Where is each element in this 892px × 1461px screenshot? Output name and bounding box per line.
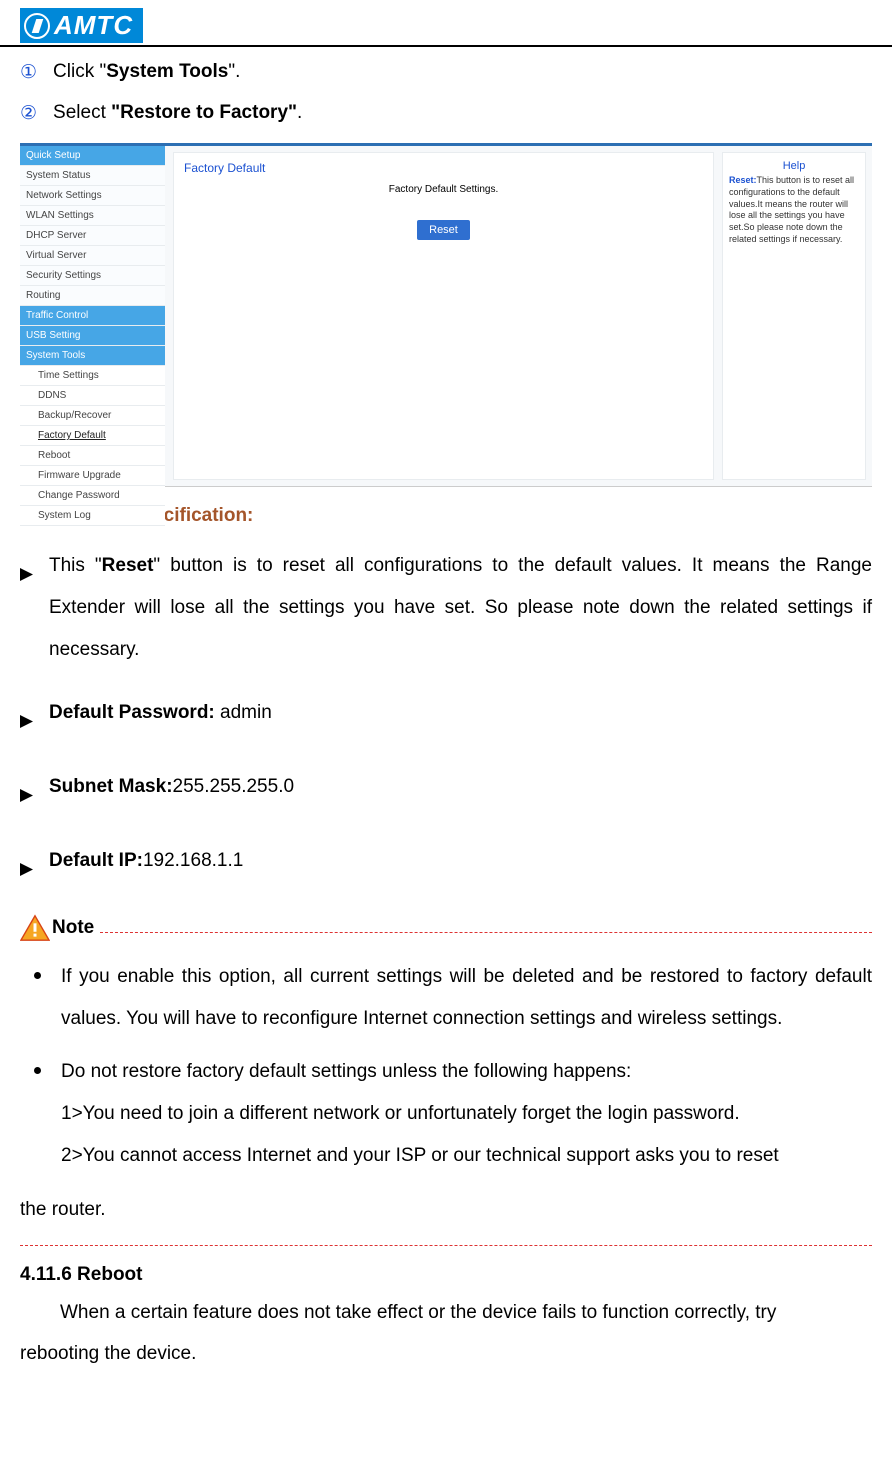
sidebar-item-usb-setting[interactable]: USB Setting — [20, 326, 165, 346]
param-item-subnet: Subnet Mask:255.255.255.0 — [20, 766, 872, 818]
sidebar-item-routing[interactable]: Routing — [20, 286, 165, 306]
bullet-icon — [34, 972, 41, 979]
note-trailing-line: the router. — [20, 1189, 872, 1231]
step-number-2: ② — [20, 102, 37, 125]
router-panel-subtitle: Factory Default Settings. — [184, 183, 703, 196]
param-item-reset: This "Reset" button is to reset all conf… — [20, 545, 872, 670]
sidebar-item-backup-recover[interactable]: Backup/Recover — [20, 406, 165, 426]
note-item-2: Do not restore factory default settings … — [20, 1051, 872, 1176]
sidebar-item-firmware-upgrade[interactable]: Firmware Upgrade — [20, 466, 165, 486]
router-help-panel: Help Reset:This button is to reset all c… — [722, 152, 866, 480]
note-bullet-list: If you enable this option, all current s… — [20, 956, 872, 1177]
sidebar-item-security-settings[interactable]: Security Settings — [20, 266, 165, 286]
sidebar-item-time-settings[interactable]: Time Settings — [20, 366, 165, 386]
reset-button[interactable]: Reset — [417, 220, 470, 240]
brand-logo-text: AMTC — [54, 10, 133, 41]
help-text: Reset:This button is to reset all config… — [729, 175, 859, 245]
help-title: Help — [729, 159, 859, 173]
step-2: ② Select "Restore to Factory". — [20, 102, 872, 125]
header-bar: AMTC — [0, 0, 892, 47]
bullet-icon — [34, 1067, 41, 1074]
step-1: ① Click "System Tools". — [20, 61, 872, 84]
section-body-line2: rebooting the device. — [20, 1333, 872, 1375]
chevron-right-icon — [20, 555, 33, 597]
note-label: Note — [52, 917, 94, 939]
sidebar-item-system-status[interactable]: System Status — [20, 166, 165, 186]
step-1-text: Click "System Tools". — [53, 61, 240, 83]
brand-logo-icon — [24, 13, 50, 39]
param-item-ip: Default IP:192.168.1.1 — [20, 840, 872, 892]
page-content: ① Click "System Tools". ② Select "Restor… — [0, 61, 892, 1375]
param-item-password: Default Password: admin — [20, 692, 872, 744]
chevron-right-icon — [20, 776, 33, 818]
sidebar-item-system-tools[interactable]: System Tools — [20, 346, 165, 366]
sidebar-item-quick-setup[interactable]: Quick Setup — [20, 146, 165, 166]
router-panel-title: Factory Default — [184, 161, 703, 177]
parameters-list: This "Reset" button is to reset all conf… — [20, 545, 872, 892]
note-item-1: If you enable this option, all current s… — [20, 956, 872, 1040]
router-sidebar: Quick Setup System Status Network Settin… — [20, 146, 165, 486]
sidebar-item-traffic-control[interactable]: Traffic Control — [20, 306, 165, 326]
sidebar-item-change-password[interactable]: Change Password — [20, 486, 165, 506]
router-main-panel: Factory Default Factory Default Settings… — [173, 152, 714, 480]
dash-separator — [20, 1245, 872, 1246]
sidebar-item-factory-default[interactable]: Factory Default — [20, 426, 165, 446]
sidebar-item-network-settings[interactable]: Network Settings — [20, 186, 165, 206]
chevron-right-icon — [20, 850, 33, 892]
chevron-right-icon — [20, 702, 33, 744]
sidebar-item-system-log[interactable]: System Log — [20, 506, 165, 526]
note-dash-line — [100, 931, 872, 933]
brand-logo: AMTC — [20, 8, 143, 43]
sidebar-item-reboot[interactable]: Reboot — [20, 446, 165, 466]
step-number-1: ① — [20, 61, 37, 84]
note-header: Note — [20, 914, 872, 942]
section-heading-reboot: 4.11.6 Reboot — [20, 1264, 872, 1286]
sidebar-item-virtual-server[interactable]: Virtual Server — [20, 246, 165, 266]
router-screenshot: Quick Setup System Status Network Settin… — [20, 143, 872, 487]
sidebar-item-wlan-settings[interactable]: WLAN Settings — [20, 206, 165, 226]
sidebar-item-dhcp-server[interactable]: DHCP Server — [20, 226, 165, 246]
section-body-line1: When a certain feature does not take eff… — [60, 1292, 872, 1334]
warning-icon — [20, 914, 50, 942]
step-2-text: Select "Restore to Factory". — [53, 102, 302, 124]
sidebar-item-ddns[interactable]: DDNS — [20, 386, 165, 406]
